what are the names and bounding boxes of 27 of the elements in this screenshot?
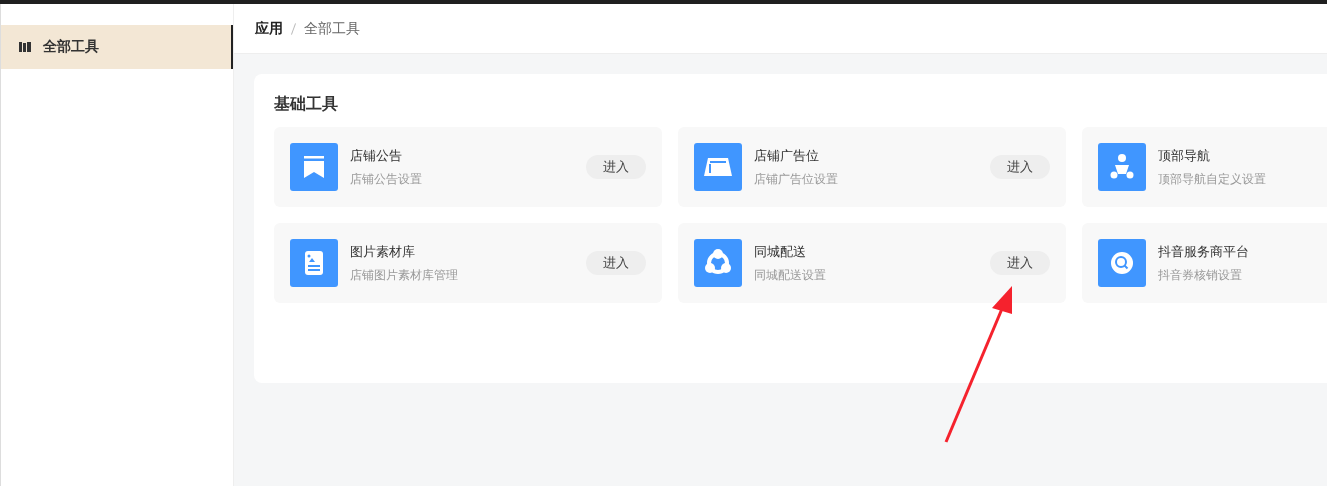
tool-description: 抖音券核销设置 (1158, 266, 1243, 284)
tool-title: 店铺公告 (350, 146, 403, 165)
image-library-icon (290, 239, 338, 287)
tray-icon (694, 143, 742, 191)
tool-title: 抖音服务商平台 (1158, 242, 1250, 261)
enter-button[interactable]: 进入 (990, 155, 1050, 179)
tool-description: 同城配送设置 (754, 266, 827, 284)
tool-title: 图片素材库 (350, 242, 416, 261)
tool-title: 同城配送 (754, 242, 807, 261)
tool-title: 店铺广告位 (754, 146, 820, 165)
enter-button[interactable]: 进入 (586, 155, 646, 179)
breadcrumb-link[interactable]: 应用 (255, 19, 283, 38)
tool-title: 顶部导航 (1158, 146, 1211, 165)
tool-description: 店铺公告设置 (350, 170, 423, 188)
share-icon (694, 239, 742, 287)
tool-description: 顶部导航自定义设置 (1158, 170, 1267, 188)
enter-button[interactable]: 进入 (586, 251, 646, 275)
tool-description: 店铺广告位设置 (754, 170, 839, 188)
breadcrumb-current: 全部工具 (304, 19, 360, 38)
people-icon (1098, 143, 1146, 191)
sidebar-item[interactable]: 全部工具 (1, 25, 233, 69)
search-icon (1098, 239, 1146, 287)
tool-description: 店铺图片素材库管理 (350, 266, 459, 284)
bookmark-icon (290, 143, 338, 191)
section-title: 基础工具 (274, 94, 339, 115)
books-icon (19, 41, 31, 53)
enter-button[interactable]: 进入 (990, 251, 1050, 275)
